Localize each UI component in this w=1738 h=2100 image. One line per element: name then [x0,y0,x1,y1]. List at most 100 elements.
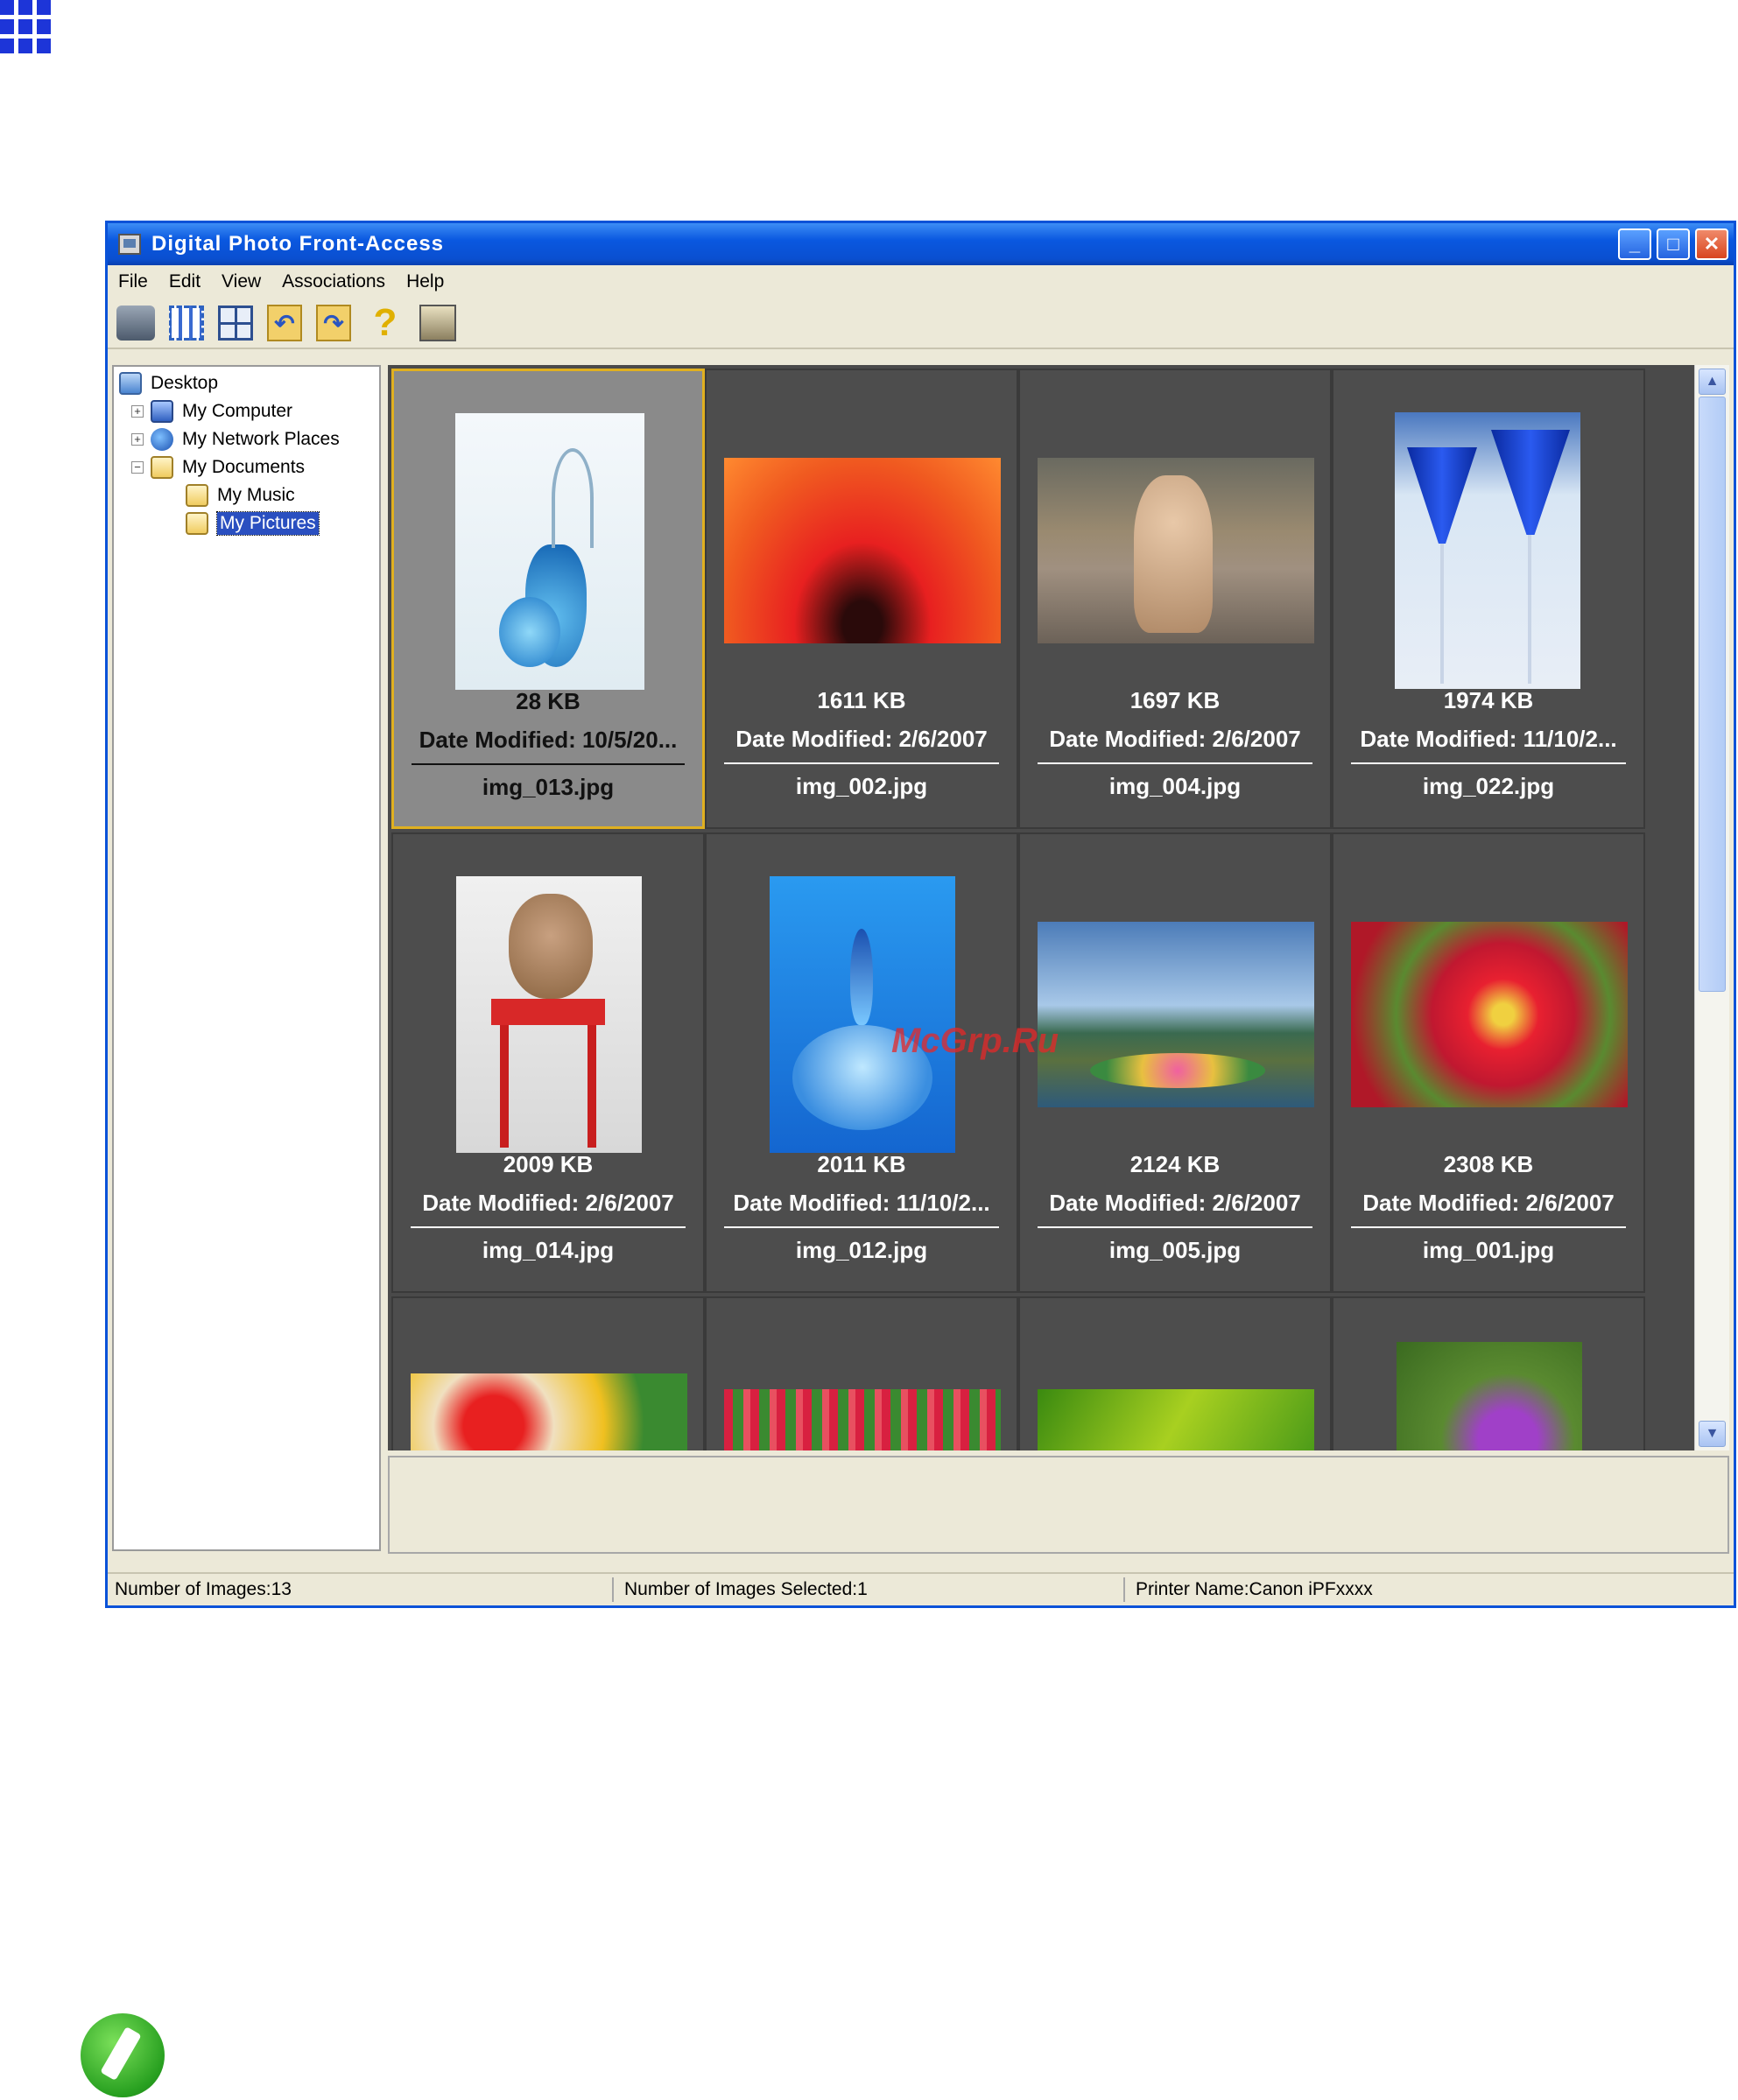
thumbnail-tile[interactable]: 1611 KB Date Modified: 2/6/2007 img_002.… [705,369,1018,829]
tree-label: My Network Places [182,429,340,449]
menu-help[interactable]: Help [396,271,454,292]
file-name: img_001.jpg [1422,1237,1555,1263]
file-size: 2009 KB [503,1151,594,1177]
thumbnail-tile[interactable]: 2308 KB Date Modified: 2/6/2007 img_001.… [1332,832,1645,1293]
file-size: 2011 KB [817,1151,906,1177]
folder-icon [186,484,208,507]
file-name: img_002.jpg [795,773,928,799]
app-icon [118,234,141,255]
thumbnail-tile[interactable]: 1974 KB Date Modified: 11/10/2... img_02… [1332,369,1645,829]
thumbnail-tile[interactable]: 2009 KB Date Modified: 2/6/2007 img_014.… [391,832,705,1293]
rotate-right-icon[interactable]: ↷ [316,305,351,341]
vertical-scrollbar[interactable]: ▲ ▼ [1694,365,1729,1450]
file-name: img_013.jpg [482,774,615,800]
thumbnail-image [724,1389,1001,1450]
date-modified: Date Modified: 11/10/2... [1360,726,1617,752]
thumbnail-tile[interactable]: 2011 KB Date Modified: 11/10/2... img_01… [705,832,1018,1293]
maximize-button[interactable]: □ [1657,228,1690,260]
tree-label: Desktop [151,373,219,393]
minimize-button[interactable]: _ [1618,228,1651,260]
tree-item-my-documents[interactable]: − My Documents [131,454,305,481]
divider [412,763,685,765]
collapse-icon[interactable]: − [131,461,144,474]
divider [1038,1226,1312,1228]
tree-item-my-computer[interactable]: + My Computer [131,398,292,425]
thumbnail-image [455,413,644,690]
tree-item-my-pictures[interactable]: My Pictures [186,510,320,537]
app-window: Digital Photo Front-Access _ □ ✕ File Ed… [105,221,1736,1608]
thumbnail-image [1351,922,1628,1107]
thumbnail-tile[interactable]: 2124 KB Date Modified: 2/6/2007 img_005.… [1018,832,1332,1293]
tree-item-my-music[interactable]: My Music [186,482,295,509]
thumbnail-image [1038,1389,1314,1450]
scroll-down-icon[interactable]: ▼ [1699,1421,1726,1447]
scroll-up-icon[interactable]: ▲ [1699,369,1726,395]
thumbnail-tile[interactable] [1332,1296,1645,1450]
status-printer-name: Printer Name:Canon iPFxxxx [1136,1579,1373,1599]
file-name: img_004.jpg [1108,773,1242,799]
tree-label: My Music [217,485,295,505]
status-selected-count: Number of Images Selected:1 [624,1579,868,1599]
date-modified: Date Modified: 2/6/2007 [735,726,988,752]
title-bar[interactable]: Digital Photo Front-Access _ □ ✕ [108,223,1734,265]
divider [724,1226,999,1228]
file-size: 2124 KB [1129,1151,1221,1177]
thumbnail-tile[interactable] [1018,1296,1332,1450]
setup-icon[interactable] [419,305,456,341]
divider [724,762,999,764]
toolbar: ↶ ↷ ? [108,298,1734,349]
folder-icon [151,456,173,479]
status-divider [612,1577,614,1602]
divider [411,1226,686,1228]
close-button[interactable]: ✕ [1695,228,1728,260]
divider [1351,1226,1626,1228]
date-modified: Date Modified: 10/5/20... [419,727,678,753]
tree-label: My Documents [182,457,306,477]
tree-item-desktop[interactable]: Desktop [119,370,218,397]
scrollbar-thumb[interactable] [1699,397,1726,992]
thumbnail-view-icon[interactable] [218,306,253,341]
thumbnail-image [411,1373,687,1450]
help-icon[interactable]: ? [365,301,405,344]
expand-icon[interactable]: + [131,433,144,446]
menu-bar: File Edit View Associations Help [108,265,1734,298]
thumbnail-grid: 28 KB Date Modified: 10/5/20... img_013.… [388,365,1694,1450]
thumbnail-tile[interactable] [391,1296,705,1450]
file-size: 1974 KB [1443,687,1534,713]
file-name: img_022.jpg [1422,773,1555,799]
tree-item-my-network-places[interactable]: + My Network Places [131,426,340,453]
thumbnail-image [1397,1342,1582,1450]
info-pane [388,1456,1729,1554]
thumbnail-image [1038,922,1314,1107]
watermark: McGrp.Ru [891,1022,1059,1060]
menu-associations[interactable]: Associations [271,271,396,292]
thumbnail-image [1395,412,1580,689]
note-pencil-icon [81,2013,165,2097]
tree-label-selected: My Pictures [216,511,320,536]
expand-icon[interactable]: + [131,405,144,418]
menu-edit[interactable]: Edit [158,271,211,292]
date-modified: Date Modified: 2/6/2007 [1049,726,1301,752]
select-all-icon[interactable] [169,306,204,341]
file-name: img_014.jpg [482,1237,615,1263]
divider [1351,762,1626,764]
file-name: img_005.jpg [1108,1237,1242,1263]
thumbnail-tile[interactable]: 28 KB Date Modified: 10/5/20... img_013.… [391,369,705,829]
file-size: 2308 KB [1443,1151,1534,1177]
menu-view[interactable]: View [211,271,271,292]
rotate-left-icon[interactable]: ↶ [267,305,302,341]
thumbnail-image [1038,458,1314,643]
computer-icon [151,400,173,423]
tree-label: My Computer [182,401,293,421]
network-icon [151,428,173,451]
file-size: 1697 KB [1129,687,1221,713]
file-name: img_012.jpg [795,1237,928,1263]
menu-file[interactable]: File [108,271,158,292]
thumbnail-tile[interactable] [705,1296,1018,1450]
status-bar: Number of Images:13 Number of Images Sel… [108,1572,1734,1605]
page-grid-icon [0,0,52,58]
window-title: Digital Photo Front-Access [151,232,445,256]
date-modified: Date Modified: 2/6/2007 [422,1190,674,1216]
printer-icon[interactable] [116,306,155,341]
thumbnail-tile[interactable]: 1697 KB Date Modified: 2/6/2007 img_004.… [1018,369,1332,829]
